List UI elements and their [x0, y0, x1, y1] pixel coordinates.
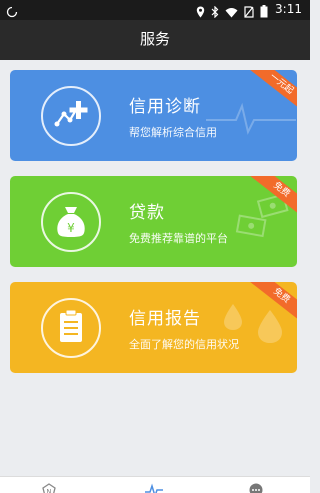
credit-diagnosis-card[interactable]: 信用诊断 帮您解析综合信用 一元起 [10, 70, 297, 161]
page-title: 服务 [139, 30, 170, 48]
more-icon[interactable] [249, 482, 263, 493]
card-subtitle: 免费推荐靠谱的平台 [129, 232, 228, 245]
money-bag-icon: ¥ [41, 192, 101, 252]
header-bar: 服务 [0, 20, 310, 60]
news-icon[interactable]: N [42, 482, 56, 493]
pulse-icon[interactable] [145, 482, 163, 493]
card-title: 贷款 [129, 203, 165, 223]
card-title: 信用诊断 [129, 97, 201, 117]
card-subtitle: 帮您解析综合信用 [129, 126, 217, 139]
svg-text:N: N [46, 488, 51, 493]
card-title: 信用报告 [129, 309, 201, 329]
card-subtitle: 全面了解您的信用状况 [129, 338, 239, 351]
loan-card[interactable]: ¥ 贷款 免费推荐靠谱的平台 免费 [10, 176, 297, 267]
credit-report-card[interactable]: 信用报告 全面了解您的信用状况 免费 [10, 282, 297, 373]
status-bar: 3:11 [0, 0, 310, 20]
credit-diagnosis-icon [41, 86, 101, 146]
heartbeat-decoration [206, 102, 296, 135]
status-time: 3:11 [275, 2, 302, 16]
report-clipboard-icon [41, 298, 101, 358]
bottom-nav: N [0, 476, 310, 493]
svg-text:¥: ¥ [67, 221, 75, 235]
